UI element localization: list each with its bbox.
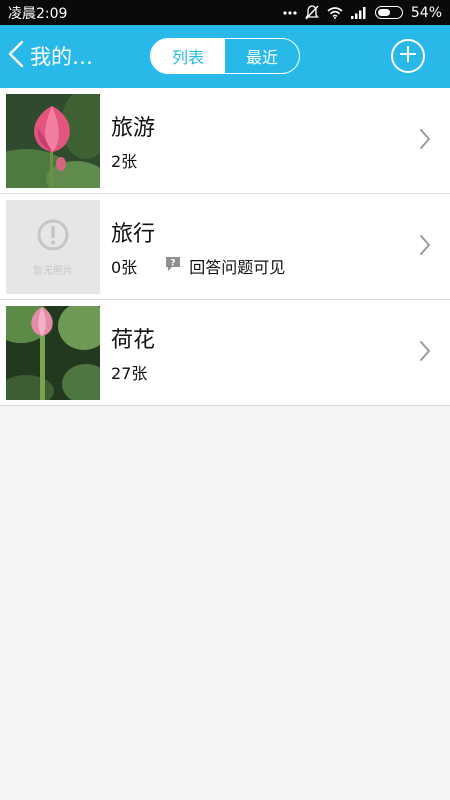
svg-text:?: ?	[171, 259, 176, 269]
album-title: 旅行	[111, 222, 156, 247]
album-row-lotus[interactable]: 荷花 27张	[0, 300, 450, 406]
chevron-right-icon	[419, 128, 431, 154]
status-time: 凌晨2:09	[8, 5, 68, 22]
album-row-trip[interactable]: 暂无照片 旅行 0张 ? 回答问题可见	[0, 194, 450, 300]
signal-icon	[350, 6, 367, 19]
tab-recent[interactable]: 最近	[225, 39, 299, 73]
album-thumbnail-empty: 暂无照片	[6, 200, 100, 294]
battery-fill	[377, 9, 390, 16]
album-count-value: 2张	[111, 152, 138, 171]
album-title: 荷花	[111, 328, 156, 353]
view-toggle: 列表 最近	[150, 38, 300, 74]
chevron-left-icon	[8, 40, 30, 73]
battery-percent: 54%	[410, 4, 442, 21]
exclamation-circle-icon	[36, 218, 70, 256]
back-label: 我的…	[30, 45, 93, 69]
lotus-bud-photo	[6, 306, 100, 400]
tab-list[interactable]: 列表	[151, 39, 225, 73]
hint-text: 回答问题可见	[189, 258, 286, 277]
album-count-value: 27张	[111, 364, 148, 383]
back-button[interactable]: 我的…	[8, 37, 93, 75]
album-thumbnail	[6, 94, 100, 188]
album-row-travel[interactable]: 旅游 2张	[0, 88, 450, 194]
no-photo-text: 暂无照片	[33, 265, 73, 277]
album-list: 旅游 2张 暂无照片 旅行 0张 ? 回答问题可见 荷花 27张	[0, 88, 450, 406]
add-album-button[interactable]	[391, 39, 425, 73]
chevron-right-icon	[419, 234, 431, 260]
album-count-value: 0张	[111, 258, 138, 277]
battery-icon	[374, 6, 403, 19]
album-count: 2张	[111, 148, 137, 172]
chevron-right-icon	[419, 340, 431, 366]
question-bubble-icon: ?	[165, 256, 181, 276]
pink-lotus-photo	[6, 94, 100, 188]
album-title: 旅游	[111, 116, 156, 141]
wifi-icon	[327, 6, 343, 19]
album-count: 0张 ? 回答问题可见	[111, 254, 285, 278]
bell-muted-icon	[305, 5, 319, 20]
nav-bar: 我的… 列表 最近	[0, 25, 450, 88]
album-thumbnail	[6, 306, 100, 400]
privacy-hint: ? 回答问题可见	[165, 254, 285, 278]
plus-circle-icon	[398, 44, 418, 68]
album-count: 27张	[111, 360, 147, 384]
status-bar: 凌晨2:09 54%	[0, 0, 450, 25]
more-dots-icon	[283, 10, 297, 16]
